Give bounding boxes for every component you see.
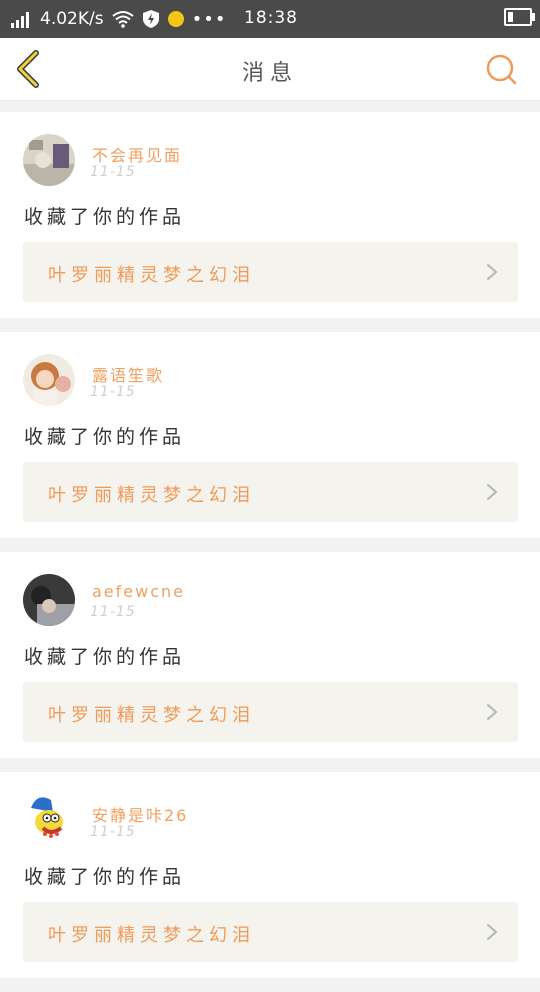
username[interactable]: 安静是咔26 <box>92 802 188 826</box>
message-action: 收藏了你的作品 <box>24 646 186 668</box>
battery-icon <box>504 8 535 26</box>
wifi-icon <box>111 11 134 28</box>
message-action: 收藏了你的作品 <box>24 206 186 228</box>
message-action: 收藏了你的作品 <box>24 866 186 888</box>
username[interactable]: 不会再见面 <box>92 142 182 166</box>
message-date: 11-15 <box>90 604 136 620</box>
message-list: 不会再见面 11-15 收藏了你的作品 叶罗丽精灵梦之幻泪 露语笙歌 11-15… <box>0 112 540 992</box>
app-header: 消息 <box>0 38 540 101</box>
chevron-right-icon <box>487 704 498 720</box>
avatar[interactable] <box>23 794 75 846</box>
search-button[interactable] <box>484 52 518 86</box>
username[interactable]: aefewcne <box>92 582 185 601</box>
message-card: 安静是咔26 11-15 收藏了你的作品 叶罗丽精灵梦之幻泪 <box>0 772 540 978</box>
signal-icon <box>11 12 29 28</box>
chevron-right-icon <box>487 264 498 280</box>
message-card: aefewcne 11-15 收藏了你的作品 叶罗丽精灵梦之幻泪 <box>0 552 540 758</box>
status-time: 18:38 <box>244 8 298 28</box>
status-bar: 4.02K/s ••• 18:38 <box>0 0 540 38</box>
avatar[interactable] <box>23 574 75 626</box>
work-link[interactable]: 叶罗丽精灵梦之幻泪 <box>23 242 518 302</box>
notification-dot-icon <box>167 11 184 27</box>
more-icon: ••• <box>191 8 227 30</box>
work-title: 叶罗丽精灵梦之幻泪 <box>48 705 255 726</box>
work-title: 叶罗丽精灵梦之幻泪 <box>48 265 255 286</box>
chevron-right-icon <box>487 484 498 500</box>
message-date: 11-15 <box>90 824 136 840</box>
message-date: 11-15 <box>90 384 136 400</box>
avatar[interactable] <box>23 134 75 186</box>
page-title: 消息 <box>241 61 298 86</box>
message-card: 露语笙歌 11-15 收藏了你的作品 叶罗丽精灵梦之幻泪 <box>0 332 540 538</box>
network-speed: 4.02K/s <box>40 9 104 29</box>
username[interactable]: 露语笙歌 <box>92 362 164 386</box>
message-card: 不会再见面 11-15 收藏了你的作品 叶罗丽精灵梦之幻泪 <box>0 112 540 318</box>
message-date: 11-15 <box>90 164 136 180</box>
avatar[interactable] <box>23 354 75 406</box>
work-title: 叶罗丽精灵梦之幻泪 <box>48 925 255 946</box>
message-action: 收藏了你的作品 <box>24 426 186 448</box>
shield-icon <box>142 10 159 28</box>
work-link[interactable]: 叶罗丽精灵梦之幻泪 <box>23 902 518 962</box>
work-title: 叶罗丽精灵梦之幻泪 <box>48 485 255 506</box>
work-link[interactable]: 叶罗丽精灵梦之幻泪 <box>23 462 518 522</box>
search-icon <box>486 54 517 85</box>
work-link[interactable]: 叶罗丽精灵梦之幻泪 <box>23 682 518 742</box>
chevron-right-icon <box>487 924 498 940</box>
